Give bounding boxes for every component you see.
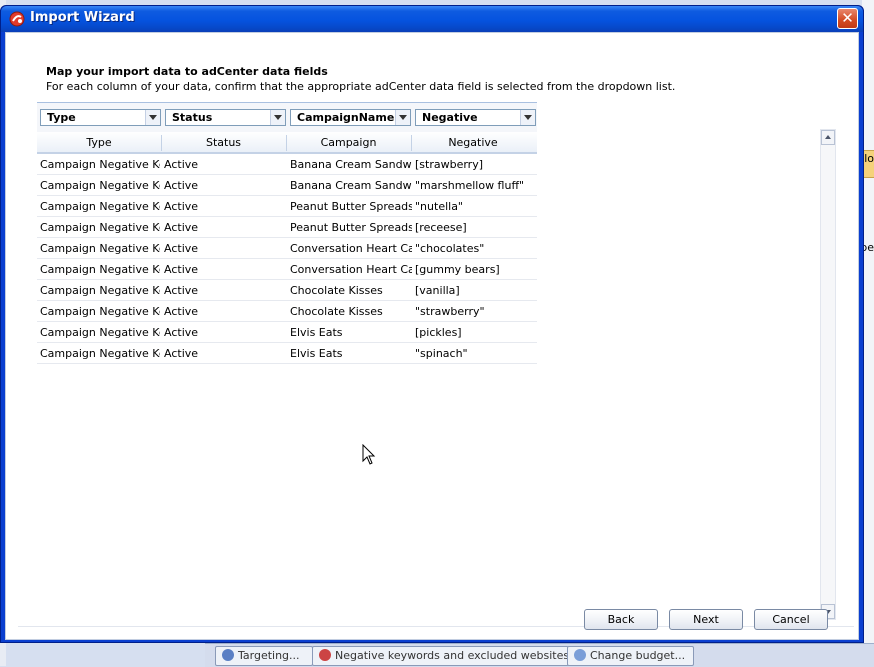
next-button[interactable]: Next: [669, 609, 743, 630]
table-row[interactable]: Campaign Negative Keyword Active Banana Cr…: [37, 154, 537, 175]
cell-status: Active: [164, 242, 199, 255]
cell-type: Campaign Negative Keyword: [40, 242, 160, 255]
cell-status: Active: [164, 347, 199, 360]
table-row[interactable]: Campaign Negative Keyword Active Peanut Bu…: [37, 196, 537, 217]
field-dropdown-negative[interactable]: Negative: [415, 109, 536, 126]
data-rows: Campaign Negative Keyword Active Banana Cr…: [37, 154, 537, 364]
step-title: Map your import data to adCenter data fi…: [46, 65, 328, 78]
cell-type: Campaign Negative Keyword: [40, 326, 160, 339]
mapping-grid: Type Status CampaignName Negative Type S…: [37, 102, 537, 369]
cell-type: Campaign Negative Keyword: [40, 179, 160, 192]
field-dropdown-type[interactable]: Type: [40, 109, 161, 126]
import-wizard-dialog: Import Wizard ✕ Map your import data to …: [0, 5, 864, 643]
chevron-down-icon[interactable]: [395, 110, 410, 125]
cell-status: Active: [164, 305, 199, 318]
cell-negative: [strawberry]: [415, 158, 483, 171]
cell-status: Active: [164, 263, 199, 276]
column-header-campaign[interactable]: Campaign: [286, 136, 411, 149]
column-header-negative[interactable]: Negative: [411, 136, 535, 149]
cell-negative: [gummy bears]: [415, 263, 500, 276]
step-instructions: For each column of your data, confirm th…: [46, 80, 676, 93]
cell-type: Campaign Negative Keyword: [40, 200, 160, 213]
targeting-icon: [222, 649, 234, 661]
chevron-down-icon[interactable]: [270, 110, 285, 125]
column-header-type[interactable]: Type: [37, 136, 161, 149]
cell-negative: "strawberry": [415, 305, 485, 318]
background-tab-targeting[interactable]: Targeting...: [215, 646, 313, 666]
cell-campaign: Elvis Eats: [290, 326, 343, 339]
table-row[interactable]: Campaign Negative Keyword Active Elvis Eat…: [37, 322, 537, 343]
back-button[interactable]: Back: [584, 609, 658, 630]
field-dropdown-row: Type Status CampaignName Negative: [37, 102, 537, 133]
cell-type: Campaign Negative Keyword: [40, 347, 160, 360]
chevron-down-icon[interactable]: [520, 110, 535, 125]
cell-status: Active: [164, 158, 199, 171]
cell-type: Campaign Negative Keyword: [40, 158, 160, 171]
table-row[interactable]: Campaign Negative Keyword Active Conversat…: [37, 259, 537, 280]
cell-campaign: Conversation Heart Candy: [290, 263, 412, 276]
mouse-pointer-icon: [362, 443, 376, 469]
cell-negative: "nutella": [415, 200, 463, 213]
cell-status: Active: [164, 221, 199, 234]
dialog-content: Map your import data to adCenter data fi…: [5, 32, 859, 640]
cell-negative: "chocolates": [415, 242, 485, 255]
cell-type: Campaign Negative Keyword: [40, 284, 160, 297]
table-row[interactable]: Campaign Negative Keyword Active Elvis Eat…: [37, 343, 537, 364]
cell-campaign: Chocolate Kisses: [290, 305, 383, 318]
cell-campaign: Banana Cream Sandwich: [290, 158, 412, 171]
table-row[interactable]: Campaign Negative Keyword Active Conversat…: [37, 238, 537, 259]
cell-status: Active: [164, 179, 199, 192]
table-row[interactable]: Campaign Negative Keyword Active Banana Cr…: [37, 175, 537, 196]
vertical-scrollbar[interactable]: [820, 129, 836, 620]
cell-negative: "marshmellow fluff": [415, 179, 525, 192]
cell-type: Campaign Negative Keyword: [40, 305, 160, 318]
scroll-up-button[interactable]: [821, 130, 835, 145]
field-dropdown-status[interactable]: Status: [165, 109, 286, 126]
adcenter-logo-icon: [9, 11, 25, 27]
cell-type: Campaign Negative Keyword: [40, 221, 160, 234]
dialog-title: Import Wizard: [30, 10, 135, 25]
cell-status: Active: [164, 284, 199, 297]
background-text: lo: [864, 152, 874, 165]
table-row[interactable]: Campaign Negative Keyword Active Peanut Bu…: [37, 217, 537, 238]
close-button[interactable]: ✕: [837, 8, 858, 29]
cell-campaign: Conversation Heart Candy: [290, 242, 412, 255]
cell-campaign: Peanut Butter Spreads: [290, 200, 412, 213]
cell-campaign: Elvis Eats: [290, 347, 343, 360]
cell-negative: [vanilla]: [415, 284, 460, 297]
background-tab-negative-keywords[interactable]: Negative keywords and excluded websites: [312, 646, 569, 666]
cell-negative: [pickles]: [415, 326, 462, 339]
cell-campaign: Banana Cream Sandwich: [290, 179, 412, 192]
cell-negative: [receese]: [415, 221, 467, 234]
column-header-row: Type Status Campaign Negative: [37, 132, 537, 154]
cancel-button[interactable]: Cancel: [754, 609, 828, 630]
budget-icon: [574, 649, 586, 661]
chevron-down-icon[interactable]: [145, 110, 160, 125]
cell-campaign: Chocolate Kisses: [290, 284, 383, 297]
field-dropdown-campaign[interactable]: CampaignName: [290, 109, 411, 126]
cell-status: Active: [164, 326, 199, 339]
background-tab-change-budget[interactable]: Change budget...: [567, 646, 694, 666]
no-sign-icon: [319, 649, 331, 661]
table-row[interactable]: Campaign Negative Keyword Active Chocolate…: [37, 301, 537, 322]
cell-type: Campaign Negative Keyword: [40, 263, 160, 276]
cell-negative: "spinach": [415, 347, 468, 360]
cell-status: Active: [164, 200, 199, 213]
table-row[interactable]: Campaign Negative Keyword Active Chocolate…: [37, 280, 537, 301]
title-bar[interactable]: Import Wizard ✕: [1, 6, 863, 32]
cell-campaign: Peanut Butter Spreads: [290, 221, 412, 234]
column-header-status[interactable]: Status: [161, 136, 286, 149]
